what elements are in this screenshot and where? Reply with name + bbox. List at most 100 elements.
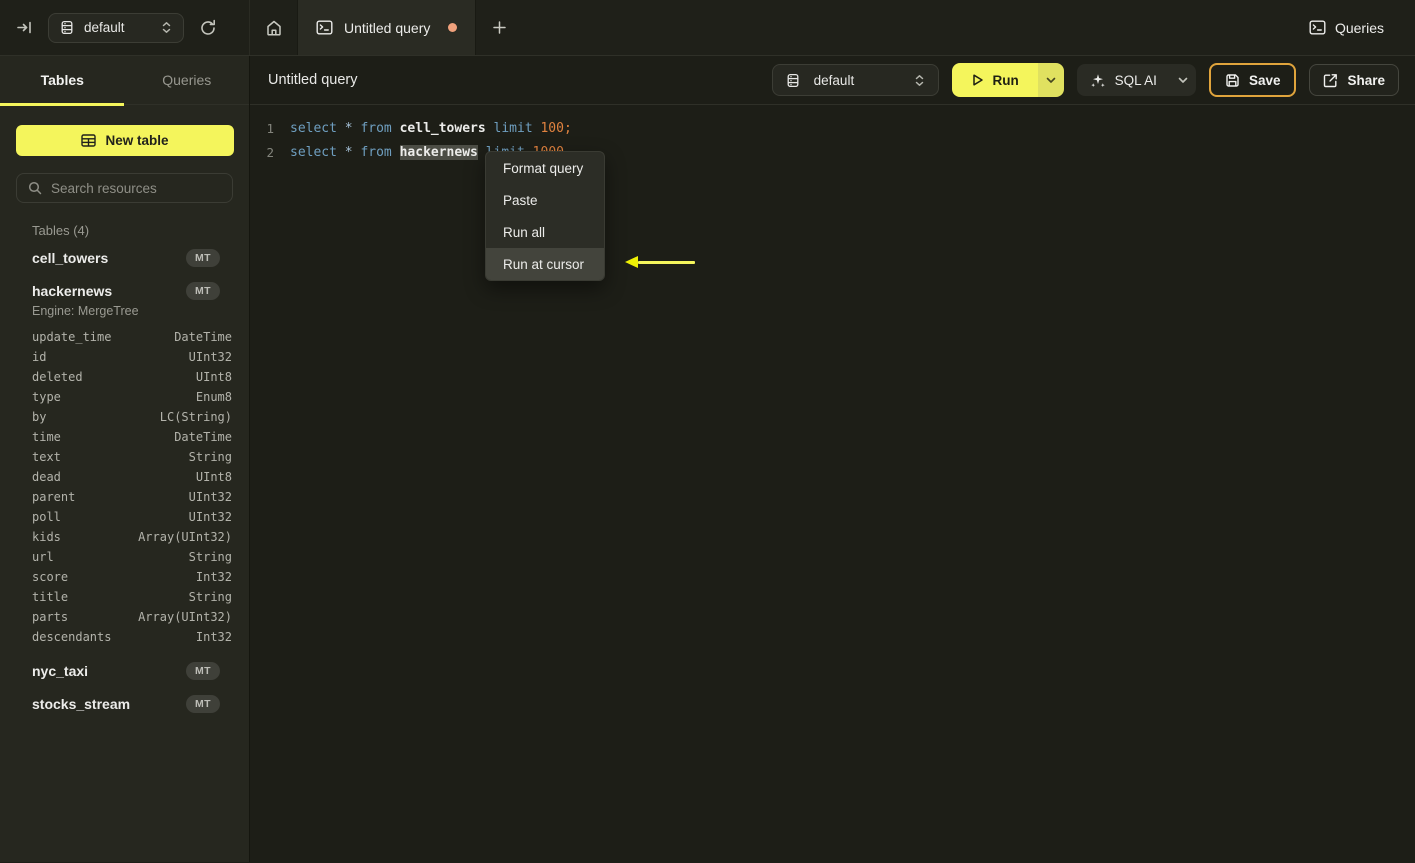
collapse-sidebar-button[interactable]: [16, 19, 33, 36]
run-button[interactable]: Run: [951, 63, 1038, 97]
column-name: update_time: [32, 330, 112, 344]
database-icon: [786, 73, 800, 88]
sql-ai-button[interactable]: SQL AI: [1077, 64, 1170, 96]
sidebar: Tables Queries New table Tables (4) cell…: [0, 56, 250, 862]
column-row: parts Array(UInt32): [0, 607, 249, 627]
column-type: String: [188, 550, 232, 564]
table-name: stocks_stream: [32, 695, 131, 712]
context-menu-item[interactable]: Paste: [486, 184, 604, 216]
queries-panel-button[interactable]: Queries: [1309, 20, 1384, 36]
tables-section-label: Tables (4): [32, 223, 90, 238]
collapse-sidebar-icon: [16, 19, 33, 36]
search-icon: [28, 181, 42, 195]
column-row: parent UInt32: [0, 487, 249, 507]
sql-editor[interactable]: 1 select * from cell_towers limit 100; 2 se…: [250, 105, 1415, 164]
editor-context-menu: Format query Paste Run all Run at cursor: [485, 151, 605, 281]
workspace-database-selector[interactable]: default: [48, 12, 184, 43]
table-row[interactable]: nyc_taxi MT: [0, 654, 249, 687]
code-token: from: [360, 120, 392, 136]
sidebar-tab-queries[interactable]: Queries: [125, 56, 250, 104]
share-icon: [1323, 73, 1338, 88]
chevron-down-icon: [1046, 77, 1056, 84]
annotation-arrow: [638, 261, 695, 264]
engine-badge: MT: [186, 661, 220, 680]
context-menu-item[interactable]: Run all: [486, 216, 604, 248]
editor-line: 2select * from hackernews limit 1000: [250, 140, 1415, 164]
topbar-left: default: [0, 0, 250, 55]
unsaved-indicator-dot: [448, 23, 458, 32]
column-name: time: [32, 430, 61, 444]
table-name: cell_towers: [32, 249, 109, 266]
new-tab-button[interactable]: [476, 0, 523, 55]
column-row: type Enum8: [0, 387, 249, 407]
topbar: default Untitled query Queries: [0, 0, 1415, 56]
search-input[interactable]: [51, 180, 221, 196]
column-row: time DateTime: [0, 427, 249, 447]
workspace-database-value: default: [84, 20, 125, 35]
column-type: Int32: [195, 570, 232, 584]
engine-badge: MT: [186, 281, 220, 300]
column-row: by LC(String): [0, 407, 249, 427]
column-name: dead: [32, 470, 61, 484]
refresh-button[interactable]: [199, 19, 217, 37]
column-row: descendants Int32: [0, 627, 249, 647]
code-token: select: [290, 120, 337, 136]
home-icon: [265, 19, 283, 37]
terminal-icon: [316, 20, 333, 35]
column-row: text String: [0, 447, 249, 467]
sidebar-tab-tables[interactable]: Tables: [0, 56, 125, 104]
table-row[interactable]: hackernews MT: [0, 274, 249, 307]
column-row: dead UInt8: [0, 467, 249, 487]
save-button[interactable]: Save: [1208, 63, 1297, 97]
code-token: select: [290, 144, 337, 160]
engine-badge: MT: [186, 694, 220, 713]
run-options-button[interactable]: [1037, 63, 1064, 97]
active-tab-underline: [0, 103, 124, 106]
chevron-up-down-icon: [914, 74, 925, 87]
table-grid-icon: [81, 134, 97, 147]
tab-untitled-query[interactable]: Untitled query: [297, 0, 477, 55]
query-title: Untitled query: [268, 72, 358, 88]
context-menu-item[interactable]: Run at cursor: [486, 248, 604, 280]
query-workspace: Untitled query default Run SQL AI Save S…: [250, 56, 1415, 862]
column-name: parent: [32, 490, 76, 504]
table-name: hackernews: [32, 282, 113, 299]
column-row: url String: [0, 547, 249, 567]
engine-badge: MT: [186, 248, 220, 267]
tab-title: Untitled query: [344, 19, 431, 36]
column-row: id UInt32: [0, 347, 249, 367]
sql-ai-label: SQL AI: [1114, 72, 1157, 88]
run-label: Run: [992, 72, 1019, 88]
new-table-button[interactable]: New table: [16, 125, 234, 156]
save-icon: [1225, 73, 1240, 88]
terminal-icon: [1309, 20, 1326, 35]
column-type: String: [188, 450, 232, 464]
table-name: nyc_taxi: [32, 662, 89, 679]
sparkles-icon: [1090, 72, 1106, 88]
column-name: text: [32, 450, 61, 464]
table-row[interactable]: cell_towers MT: [0, 241, 249, 274]
column-name: kids: [32, 530, 61, 544]
home-tab-button[interactable]: [250, 0, 297, 55]
context-menu-item[interactable]: Format query: [486, 152, 604, 184]
table-row[interactable]: stocks_stream MT: [0, 687, 249, 720]
column-list: update_time DateTime id UInt32 deleted UInt8 t…: [0, 327, 249, 654]
column-type: UInt8: [195, 470, 232, 484]
query-database-value: default: [813, 72, 855, 88]
column-type: UInt8: [195, 370, 232, 384]
search-box: [16, 173, 233, 203]
query-database-selector[interactable]: default: [771, 64, 939, 96]
column-type: Int32: [195, 630, 232, 644]
queries-panel-label: Queries: [1334, 19, 1384, 36]
share-button[interactable]: Share: [1309, 64, 1399, 96]
column-row: title String: [0, 587, 249, 607]
column-type: String: [188, 590, 232, 604]
column-name: deleted: [32, 370, 83, 384]
engine-label: Engine: MergeTree: [32, 304, 139, 318]
sql-ai-options-button[interactable]: [1170, 64, 1196, 96]
